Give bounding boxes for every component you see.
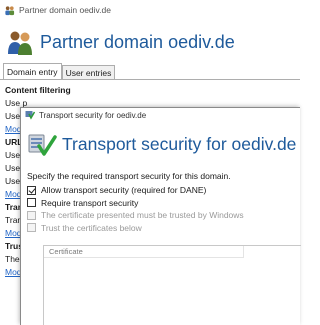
section-heading-content-filtering: Content filtering (5, 85, 71, 95)
tab-domain-entry[interactable]: Domain entry (3, 63, 62, 79)
secure-transport-icon (28, 134, 57, 156)
dialog-description: Specify the required transport security … (27, 171, 231, 181)
dialog-titlebar: Transport security for oediv.de (21, 108, 300, 122)
shield-check-icon (25, 111, 35, 120)
option-label: The certificate presented must be truste… (41, 210, 244, 220)
trust-certificates-below-option[interactable]: Trust the certificates below (27, 222, 300, 234)
dialog-title: Transport security for oediv.de (62, 133, 297, 154)
allow-transport-security-checkbox[interactable] (27, 185, 36, 195)
transport-security-dialog: Transport security for oediv.de Transpor… (20, 107, 301, 325)
trusted-by-windows-checkbox[interactable] (27, 210, 36, 220)
option-label: Trust the certificates below (41, 222, 142, 233)
option-label: Require transport security (41, 197, 139, 208)
users-icon (8, 31, 32, 55)
window-title: Partner domain oediv.de (19, 5, 111, 15)
trust-certificates-below-checkbox[interactable] (27, 223, 36, 232)
certificate-table[interactable]: Certificate (43, 245, 301, 325)
column-header-certificate[interactable]: Certificate (44, 246, 244, 258)
require-transport-security-checkbox[interactable] (27, 198, 36, 207)
tab-user-entries[interactable]: User entries (61, 65, 116, 79)
require-transport-security-option[interactable]: Require transport security (27, 197, 300, 209)
dialog-body: Specify the required transport security … (21, 170, 300, 234)
tab-divider (0, 79, 300, 80)
users-icon (5, 5, 15, 15)
dialog-window-title: Transport security for oediv.de (39, 110, 147, 120)
dialog-header: Transport security for oediv.de (21, 128, 300, 160)
tab-strip: Domain entry User entries (3, 63, 116, 79)
trusted-by-windows-option[interactable]: The certificate presented must be truste… (27, 209, 300, 221)
page-header: Partner domain oediv.de (0, 24, 300, 60)
option-label: Allow transport security (required for D… (41, 185, 207, 195)
page-title: Partner domain oediv.de (40, 31, 235, 52)
allow-transport-security-option[interactable]: Allow transport security (required for D… (27, 184, 300, 196)
window-titlebar: Partner domain oediv.de (0, 0, 300, 20)
